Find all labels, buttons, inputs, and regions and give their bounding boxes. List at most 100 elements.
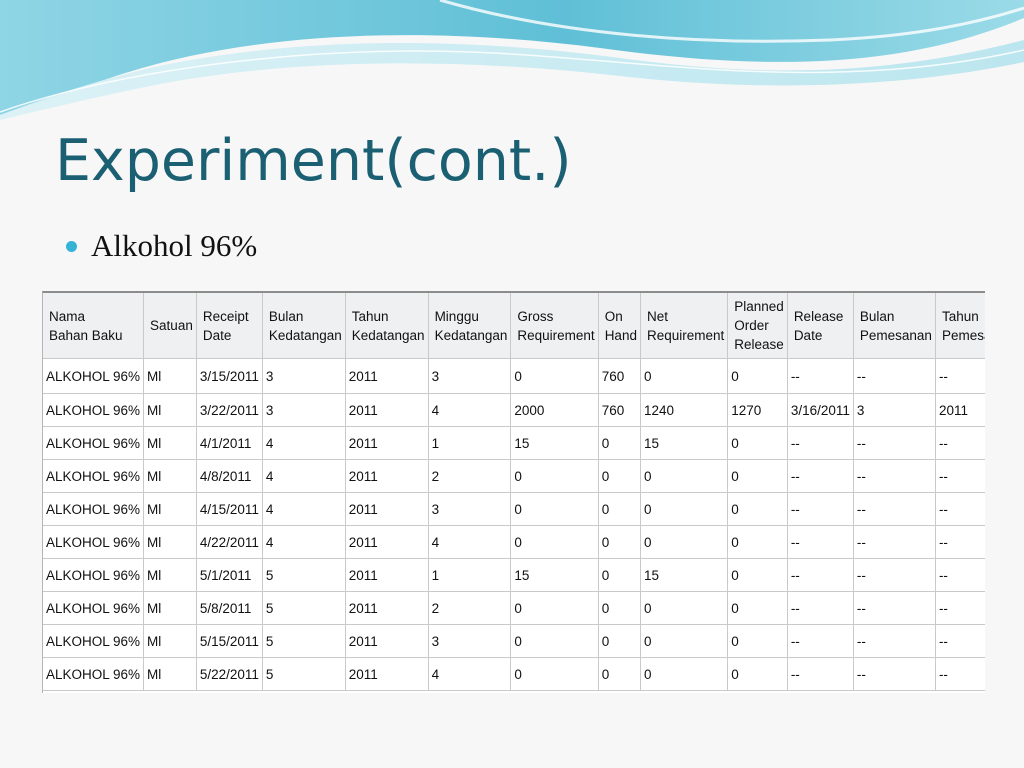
column-header[interactable]: Minggu Kedatangan [428, 293, 512, 359]
table-cell[interactable]: Ml [143, 426, 197, 460]
table-cell[interactable]: -- [935, 459, 985, 493]
table-cell[interactable]: 3/16/2011 [787, 393, 854, 427]
table-cell[interactable]: 5 [262, 558, 346, 592]
table-cell[interactable]: -- [853, 358, 936, 394]
table-cell[interactable]: -- [853, 426, 936, 460]
table-cell[interactable]: Ml [143, 558, 197, 592]
table-cell[interactable]: 2011 [345, 393, 429, 427]
table-cell[interactable]: -- [787, 492, 854, 526]
table-cell[interactable]: 2 [428, 591, 512, 625]
table-cell[interactable]: 4/15/2011 [196, 492, 263, 526]
table-cell[interactable]: -- [787, 525, 854, 559]
table-cell[interactable]: Ml [143, 657, 197, 691]
table-cell[interactable]: 3 [428, 358, 512, 394]
column-header[interactable]: Release Date [787, 293, 854, 359]
column-header[interactable]: Bulan Kedatangan [262, 293, 346, 359]
table-cell[interactable]: -- [853, 459, 936, 493]
table-cell[interactable]: 0 [727, 624, 788, 658]
table-cell[interactable]: -- [935, 426, 985, 460]
table-cell[interactable]: 4 [262, 459, 346, 493]
table-cell[interactable]: 0 [598, 525, 641, 559]
table-row[interactable]: ALKOHOL 96% Ml 3/22/2011 3 2011 4 2000 760 1240 1… [43, 393, 985, 427]
table-cell[interactable]: 4/22/2011 [196, 525, 263, 559]
table-cell[interactable]: 3 [262, 358, 346, 394]
column-header[interactable]: Gross Requirement [510, 293, 599, 359]
table-cell[interactable]: 2011 [345, 459, 429, 493]
column-header[interactable]: Receipt Date [196, 293, 263, 359]
table-row[interactable]: ALKOHOL 96%Ml5/15/20115201130000-------- [43, 624, 985, 658]
table-cell[interactable]: ALKOHOL 96% [43, 657, 145, 691]
table-row[interactable]: ALKOHOL 96%Ml4/22/20114201140000-------- [43, 525, 985, 559]
table-cell[interactable]: 0 [640, 459, 729, 493]
table-cell[interactable]: ALKOHOL 96% [43, 492, 145, 526]
table-cell[interactable]: 0 [598, 657, 641, 691]
table-cell[interactable]: 3 [428, 624, 512, 658]
table-cell[interactable]: Ml [143, 459, 197, 493]
column-header[interactable]: Net Requirement [640, 293, 729, 359]
table-cell[interactable]: 0 [598, 591, 641, 625]
table-cell[interactable]: -- [853, 657, 936, 691]
table-cell[interactable]: -- [787, 459, 854, 493]
table-cell[interactable]: -- [935, 525, 985, 559]
table-cell[interactable]: -- [935, 657, 985, 691]
table-cell[interactable]: 4 [262, 492, 346, 526]
table-cell[interactable]: -- [787, 591, 854, 625]
table-cell[interactable]: 0 [727, 558, 788, 592]
table-cell[interactable]: 0 [727, 358, 788, 394]
table-cell[interactable]: -- [853, 558, 936, 592]
table-cell[interactable]: 2011 [345, 492, 429, 526]
table-cell[interactable]: -- [935, 358, 985, 394]
table-cell[interactable]: 5/8/2011 [196, 591, 263, 625]
table-cell[interactable]: Ml [143, 591, 197, 625]
table-cell[interactable]: 5 [262, 657, 346, 691]
table-cell[interactable]: Ml [143, 358, 197, 394]
table-cell[interactable]: Ml [143, 525, 197, 559]
table-cell[interactable]: 2011 [345, 624, 429, 658]
table-cell[interactable]: 2011 [345, 591, 429, 625]
table-cell[interactable]: ALKOHOL 96% [43, 426, 145, 460]
table-cell[interactable]: 0 [727, 591, 788, 625]
table-cell[interactable]: 1 [428, 558, 512, 592]
column-header[interactable]: Planned Order Release [727, 293, 788, 359]
table-cell[interactable]: 0 [598, 492, 641, 526]
table-cell[interactable]: 4/8/2011 [196, 459, 263, 493]
table-cell[interactable]: -- [787, 657, 854, 691]
table-cell[interactable]: 3/22/2011 [196, 393, 263, 427]
table-cell[interactable]: Ml [143, 624, 197, 658]
table-cell[interactable]: ALKOHOL 96% [43, 591, 145, 625]
table-cell[interactable]: 0 [640, 358, 729, 394]
column-header[interactable]: Satuan [143, 293, 197, 359]
column-header[interactable]: Nama Bahan Baku [43, 293, 145, 359]
table-cell[interactable]: 0 [640, 591, 729, 625]
table-cell[interactable]: -- [787, 558, 854, 592]
table-cell[interactable]: 0 [510, 591, 599, 625]
table-row[interactable]: ALKOHOL 96%Ml4/15/20114201130000-------- [43, 492, 985, 526]
table-cell[interactable]: 15 [510, 558, 599, 592]
table-cell[interactable]: -- [853, 624, 936, 658]
table-cell[interactable]: 0 [510, 624, 599, 658]
table-cell[interactable]: 0 [510, 492, 599, 526]
table-cell[interactable]: ALKOHOL 96% [43, 459, 145, 493]
table-cell[interactable]: -- [853, 492, 936, 526]
table-cell[interactable]: -- [935, 591, 985, 625]
table-cell[interactable]: 5 [262, 624, 346, 658]
table-cell[interactable]: 4 [262, 525, 346, 559]
column-header[interactable]: Tahun Kedatangan [345, 293, 429, 359]
table-cell[interactable]: 2011 [345, 358, 429, 394]
table-cell[interactable]: 1 [428, 426, 512, 460]
table-cell[interactable]: ALKOHOL 96% [43, 525, 145, 559]
table-cell[interactable]: 0 [640, 657, 729, 691]
table-cell[interactable]: 1270 [727, 393, 788, 427]
table-cell[interactable]: 3 [853, 393, 936, 427]
table-cell[interactable]: 15 [510, 426, 599, 460]
table-cell[interactable]: 3 [262, 393, 346, 427]
table-cell[interactable]: 0 [510, 358, 599, 394]
table-cell[interactable]: 1240 [640, 393, 729, 427]
table-cell[interactable]: 0 [727, 657, 788, 691]
table-row[interactable]: ALKOHOL 96%Ml4/1/2011420111150150-------… [43, 426, 985, 460]
table-cell[interactable]: 0 [598, 558, 641, 592]
table-cell[interactable]: 3 [428, 492, 512, 526]
table-cell[interactable]: 0 [510, 525, 599, 559]
table-cell[interactable]: 0 [510, 657, 599, 691]
table-cell[interactable]: 3/15/2011 [196, 358, 263, 394]
